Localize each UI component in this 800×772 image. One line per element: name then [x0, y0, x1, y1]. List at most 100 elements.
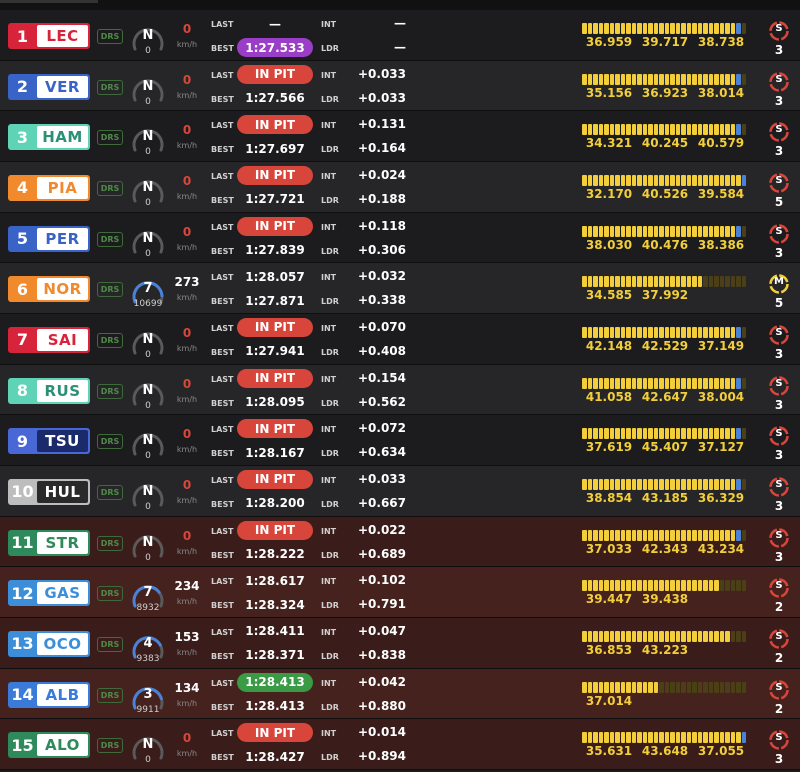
minisector-segment — [686, 377, 692, 389]
speed-unit: km/h — [176, 749, 198, 759]
leader-gap: +0.791 — [357, 597, 406, 612]
minisector-segment — [615, 23, 620, 34]
driver-tag[interactable]: 13 OCO — [8, 630, 90, 657]
driver-tag[interactable]: 2 VER — [8, 73, 90, 100]
driver-tag[interactable]: 14 ALB — [8, 681, 90, 708]
driver-row[interactable]: 2 VER DRS N 0 0 km/h LAST BEST INT LDR IN PIT 1:27.5… — [0, 60, 800, 112]
driver-tag[interactable]: 1 LEC — [8, 23, 90, 49]
driver-row[interactable]: 1 LEC DRS N 0 0 km/h LAST BEST INT LDR —1:27.533— —3… — [0, 10, 800, 61]
driver-row[interactable]: 13 OCO DRS 4 9383 153 km/h LAST BEST INT LDR 1:28.4… — [0, 617, 800, 669]
minisector-segment — [653, 630, 659, 642]
minisector-segment — [615, 276, 620, 288]
minisector-segment — [648, 225, 653, 237]
drs-indicator: DRS — [97, 738, 123, 754]
tyre-compound-icon: S — [768, 476, 790, 498]
leader-gap: +0.164 — [357, 141, 406, 156]
driver-tag[interactable]: 10 HUL — [8, 478, 90, 505]
driver-tag[interactable]: 11 STR — [8, 529, 90, 556]
minisector-segment — [631, 326, 637, 338]
minisector-segment — [703, 326, 708, 338]
driver-tag[interactable]: 3 HAM — [8, 124, 90, 151]
driver-tag[interactable]: 8 RUS — [8, 377, 90, 404]
position-number: 2 — [16, 77, 29, 97]
ldr-label: LDR — [321, 651, 339, 661]
minisector-segment — [631, 478, 637, 490]
minisector-segment — [697, 428, 703, 440]
driver-tag[interactable]: 12 GAS — [8, 580, 90, 607]
driver-tag[interactable]: 15 ALO — [8, 732, 90, 759]
minisector-segment — [631, 23, 637, 34]
driver-row[interactable]: 10 HUL DRS N 0 0 km/h LAST BEST INT LDR IN PIT 1:28.… — [0, 465, 800, 517]
sector-time-s1: 42.148 — [585, 338, 633, 353]
int-label: INT — [321, 171, 337, 181]
driver-row[interactable]: 14 ALB DRS 3 9911 134 km/h LAST BEST INT LDR 1:28.4… — [0, 668, 800, 720]
minisector-segment — [598, 428, 604, 440]
minisector-segment — [681, 630, 686, 642]
sector-times: 34.585 37.992 — [582, 288, 752, 304]
driver-code: PIA — [37, 176, 88, 199]
minisector-segment — [664, 276, 670, 288]
minisector-segment — [736, 428, 741, 440]
minisector-segment — [736, 73, 741, 85]
minisector-segment — [615, 73, 620, 85]
minisector-segment — [582, 23, 587, 34]
ldr-label: LDR — [321, 297, 339, 307]
minisector-segment — [642, 23, 648, 34]
driver-row[interactable]: 4 PIA DRS N 0 0 km/h LAST BEST INT LDR IN PIT 1:27.7… — [0, 161, 800, 213]
driver-tag[interactable]: 5 PER — [8, 225, 90, 252]
driver-tag[interactable]: 6 NOR — [8, 276, 90, 303]
driver-row[interactable]: 8 RUS DRS N 0 0 km/h LAST BEST INT LDR IN PIT 1:28.0… — [0, 364, 800, 416]
minisector-bars — [582, 377, 752, 389]
driver-row[interactable]: 15 ALO DRS N 0 0 km/h LAST BEST INT LDR IN PIT 1:28.… — [0, 719, 800, 770]
best-lap-time: 1:28.095 — [245, 395, 305, 410]
rpm-value: 0 — [145, 552, 151, 563]
driver-row[interactable]: 7 SAI DRS N 0 0 km/h LAST BEST INT LDR IN PIT 1:27.9… — [0, 313, 800, 365]
int-label: INT — [321, 374, 337, 384]
minisector-segment — [670, 681, 675, 693]
sector-time-s1: 37.014 — [585, 693, 633, 708]
driver-row[interactable]: 6 NOR DRS 7 10699 273 km/h LAST BEST INT LDR 1:28.0… — [0, 263, 800, 314]
driver-row[interactable]: 3 HAM DRS N 0 0 km/h LAST BEST INT LDR IN PIT 1:27.6… — [0, 111, 800, 162]
rpm-value: 0 — [145, 96, 151, 107]
tyre-laps: 3 — [774, 93, 784, 108]
minisector-segment — [675, 73, 681, 85]
minisector-segment — [609, 174, 615, 186]
sector-time-s1: 38.030 — [585, 237, 633, 252]
minisector-segment — [642, 124, 648, 136]
minisector-segment — [686, 478, 692, 490]
tyre-compound-icon: S — [768, 577, 790, 599]
driver-row[interactable]: 11 STR DRS N 0 0 km/h LAST BEST INT LDR IN PIT 1:28.… — [0, 516, 800, 568]
sector-time-s3: 37.127 — [697, 440, 745, 455]
minisector-segment — [741, 428, 747, 440]
minisector-segment — [604, 377, 609, 389]
minisector-segment — [593, 73, 598, 85]
driver-tag[interactable]: 7 SAI — [8, 326, 90, 353]
minisector-segment — [626, 580, 631, 592]
minisector-segment — [642, 580, 648, 592]
minisector-segment — [631, 124, 637, 136]
minisector-segment — [659, 23, 664, 34]
driver-tag[interactable]: 4 PIA — [8, 174, 90, 201]
speed-unit: km/h — [176, 698, 198, 708]
minisector-segment — [582, 174, 587, 186]
sector-time-s1: 35.631 — [585, 744, 633, 759]
minisector-segment — [659, 377, 664, 389]
driver-row[interactable]: 12 GAS DRS 7 8932 234 km/h LAST BEST INT LDR 1:28.6… — [0, 567, 800, 618]
driver-tag[interactable]: 9 TSU — [8, 428, 90, 455]
minisector-segment — [714, 73, 719, 85]
gear-value: N — [142, 230, 154, 246]
tyre-compound-icon: S — [768, 628, 790, 650]
minisector-segment — [582, 225, 587, 237]
minisector-segment — [686, 73, 692, 85]
driver-row[interactable]: 9 TSU DRS N 0 0 km/h LAST BEST INT LDR IN PIT 1:28.1… — [0, 415, 800, 466]
drs-indicator: DRS — [97, 231, 123, 247]
driver-row[interactable]: 5 PER DRS N 0 0 km/h LAST BEST INT LDR IN PIT 1:27.8… — [0, 212, 800, 264]
tyre-laps: 5 — [774, 194, 784, 209]
leader-gap: +0.033 — [357, 90, 406, 105]
best-label: BEST — [211, 297, 234, 307]
minisector-segment — [631, 529, 637, 541]
minisector-segment — [697, 630, 703, 642]
minisector-segment — [664, 529, 670, 541]
minisector-segment — [719, 23, 725, 34]
position-number: 4 — [16, 178, 29, 198]
